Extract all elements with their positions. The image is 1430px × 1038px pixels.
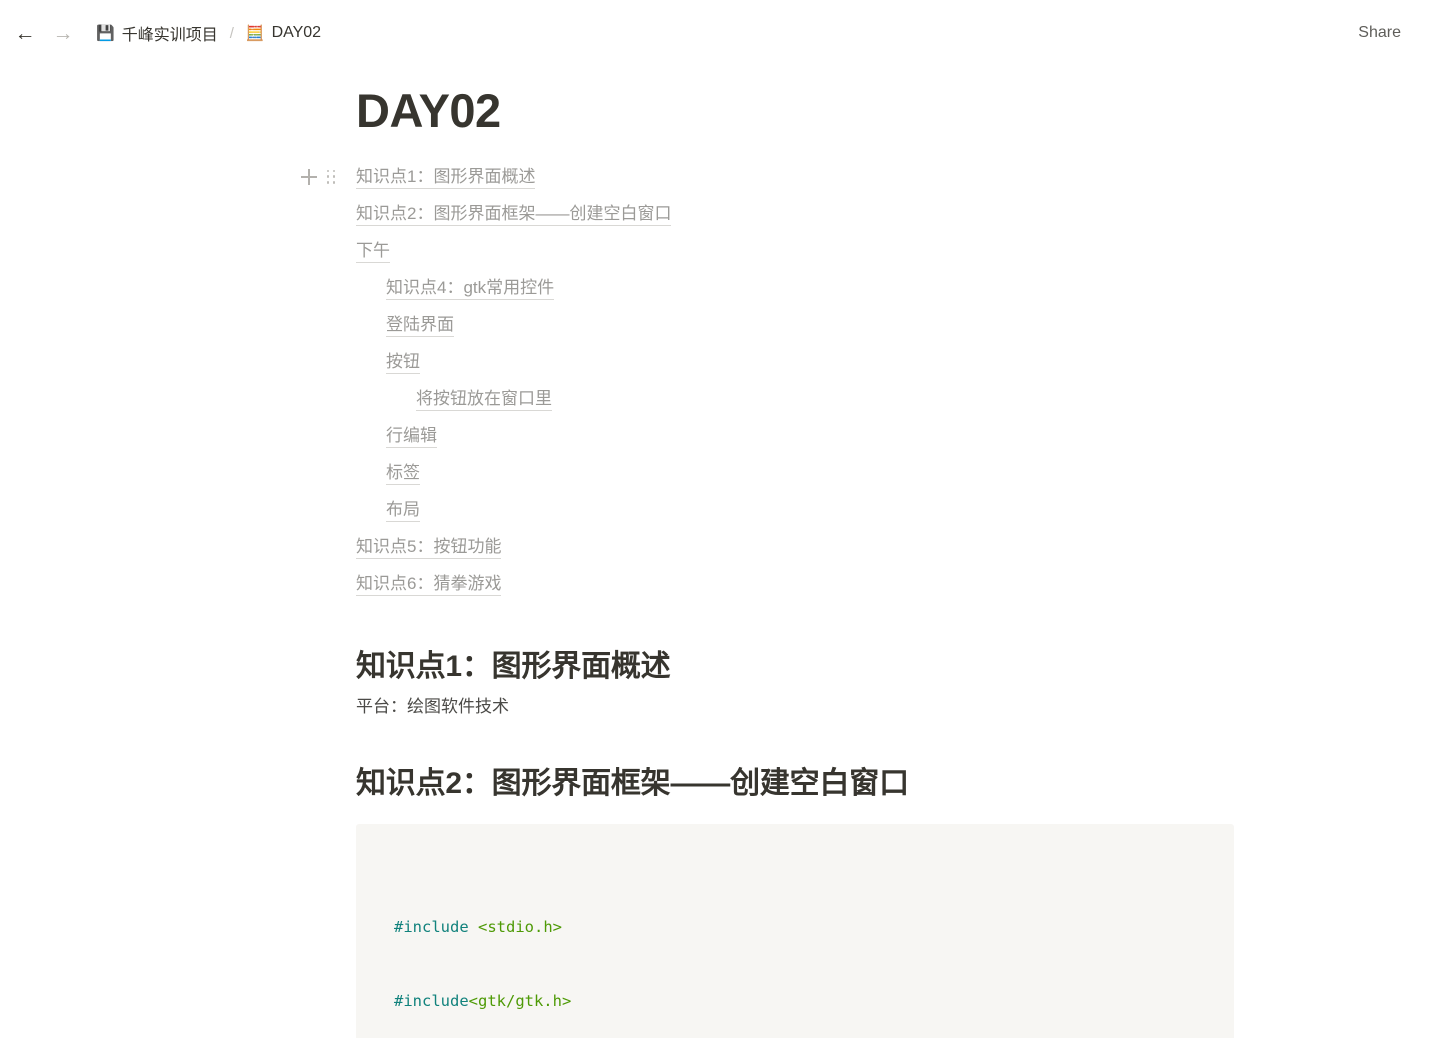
heading-section-1[interactable]: 知识点1：图形界面概述 (356, 648, 1390, 686)
breadcrumb: 💾 千峰实训项目 / 🧮 DAY02 (92, 19, 325, 47)
breadcrumb-label-project: 千峰实训项目 (121, 27, 218, 44)
table-of-contents: 知识点1：图形界面概述 知识点2：图形界面框架——创建空白窗口 下午 知识点4：… (301, 159, 1390, 603)
toc-row[interactable]: 知识点6：猜拳游戏 (356, 566, 1390, 603)
block-controls (301, 169, 337, 186)
toc-row[interactable]: 下午 (356, 233, 1390, 270)
floppy-disk-icon: 💾 (96, 24, 115, 42)
toc-link[interactable]: 知识点4：gtk常用控件 (386, 277, 555, 300)
toc-link[interactable]: 标签 (386, 462, 420, 485)
toc-row[interactable]: 将按钮放在窗口里 (356, 381, 1390, 418)
toc-link[interactable]: 知识点1：图形界面概述 (356, 166, 536, 189)
paragraph-platform[interactable]: 平台：绘图软件技术 (356, 694, 1390, 720)
toc-link[interactable]: 知识点2：图形界面框架——创建空白窗口 (356, 203, 672, 226)
toc-link[interactable]: 知识点6：猜拳游戏 (356, 573, 502, 596)
toc-row[interactable]: 知识点1：图形界面概述 (301, 159, 1390, 196)
forward-arrow-icon[interactable]: → (52, 22, 74, 44)
toc-link[interactable]: 将按钮放在窗口里 (416, 388, 552, 411)
top-bar: ← → 💾 千峰实训项目 / 🧮 DAY02 Share (0, 0, 1430, 66)
code-line: #include<gtk/gtk.h> (394, 992, 572, 1011)
toc-row[interactable]: 按钮 (356, 344, 1390, 381)
toc-link[interactable]: 登陆界面 (386, 314, 454, 337)
breadcrumb-item-day02[interactable]: 🧮 DAY02 (242, 22, 325, 44)
toc-row[interactable]: 登陆界面 (356, 307, 1390, 344)
toc-row[interactable]: 布局 (356, 492, 1390, 529)
code-block[interactable]: #include <stdio.h> #include<gtk/gtk.h> i… (356, 824, 1234, 1038)
toc-link[interactable]: 行编辑 (386, 425, 437, 448)
toc-row[interactable]: 知识点2：图形界面框架——创建空白窗口 (356, 196, 1390, 233)
abacus-icon: 🧮 (245, 24, 265, 42)
breadcrumb-separator: / (229, 24, 234, 42)
toc-row[interactable]: 知识点5：按钮功能 (356, 529, 1390, 566)
page-title[interactable]: DAY02 (356, 85, 1390, 137)
breadcrumb-label-day02: DAY02 (271, 24, 322, 41)
share-button[interactable]: Share (1351, 21, 1408, 45)
page-content: DAY02 知识点1：图形界面概述 知识点2：图形界面框架——创建空白窗口 下午… (0, 85, 1430, 1038)
toc-link[interactable]: 按钮 (386, 351, 420, 374)
heading-section-2[interactable]: 知识点2：图形界面框架——创建空白窗口 (356, 765, 1390, 803)
back-arrow-icon[interactable]: ← (14, 22, 36, 44)
code-line: #include <stdio.h> (394, 918, 562, 937)
toc-row[interactable]: 行编辑 (356, 418, 1390, 455)
drag-handle-icon[interactable] (327, 169, 337, 185)
toc-link[interactable]: 下午 (356, 240, 390, 263)
toc-link[interactable]: 知识点5：按钮功能 (356, 536, 502, 559)
plus-icon[interactable] (301, 169, 317, 186)
toc-link[interactable]: 布局 (386, 499, 420, 522)
navigation-arrows: ← → (14, 22, 74, 44)
toc-row[interactable]: 标签 (356, 455, 1390, 492)
breadcrumb-item-project[interactable]: 💾 千峰实训项目 (92, 19, 222, 47)
toc-row[interactable]: 知识点4：gtk常用控件 (356, 270, 1390, 307)
